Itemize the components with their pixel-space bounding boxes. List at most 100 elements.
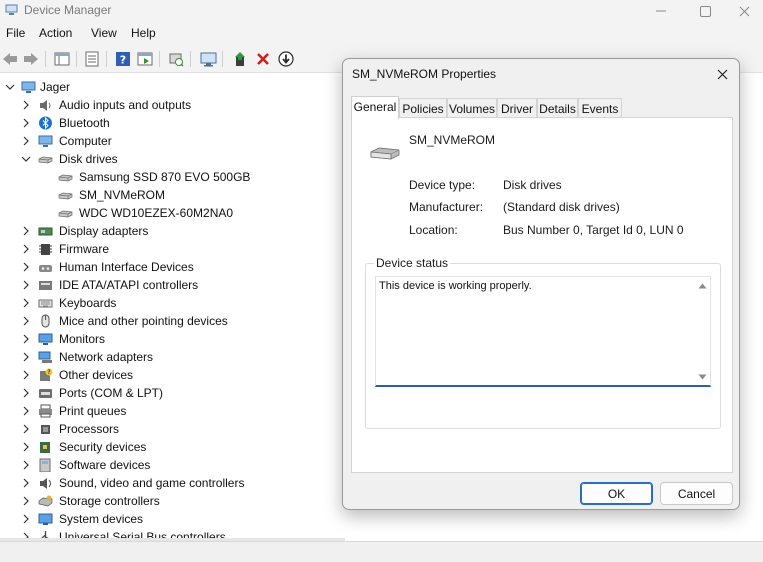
tree-item-label: Samsung SSD 870 EVO 500GB	[79, 170, 251, 184]
tree-category-print-queues[interactable]: Print queues	[0, 402, 340, 420]
help-icon[interactable]: ?	[113, 49, 133, 69]
chevron-right-icon[interactable]	[21, 441, 31, 453]
scroll-down-icon[interactable]	[697, 372, 707, 382]
tree-category-processors[interactable]: Processors	[0, 420, 340, 438]
chevron-right-icon[interactable]	[21, 333, 31, 345]
chevron-right-icon[interactable]	[21, 135, 31, 147]
update-driver-icon[interactable]	[230, 49, 250, 69]
tree-category-network-adapters[interactable]: Network adapters	[0, 348, 340, 366]
tree-category-mice-and-other-pointing-devices[interactable]: Mice and other pointing devices	[0, 312, 340, 330]
tree-category-storage-controllers[interactable]: Storage controllers	[0, 492, 340, 510]
scan-hardware-icon[interactable]	[166, 49, 186, 69]
chevron-right-icon[interactable]	[21, 117, 31, 129]
chevron-right-icon[interactable]	[21, 279, 31, 291]
chevron-right-icon[interactable]	[21, 315, 31, 327]
tree-category-disk-drives[interactable]: Disk drives	[0, 150, 340, 168]
scroll-up-icon[interactable]	[697, 281, 707, 291]
uninstall-icon[interactable]	[253, 49, 273, 69]
monitor-icon[interactable]	[198, 49, 218, 69]
chevron-right-icon[interactable]	[21, 405, 31, 417]
window-title: Device Manager	[24, 3, 112, 17]
menu-view[interactable]: View	[91, 26, 117, 40]
chevron-right-icon[interactable]	[21, 513, 31, 525]
menu-action[interactable]: Action	[39, 26, 72, 40]
ok-button[interactable]: OK	[580, 482, 653, 505]
chevron-right-icon[interactable]	[21, 351, 31, 363]
chevron-right-icon[interactable]	[21, 477, 31, 489]
tab-details[interactable]: Details	[537, 98, 578, 118]
status-bar	[0, 541, 763, 562]
tree-item-label: Network adapters	[59, 350, 154, 364]
tree-category-display-adapters[interactable]: Display adapters	[0, 222, 340, 240]
tree-category-firmware[interactable]: Firmware	[0, 240, 340, 258]
tree-category-ide-ata-atapi-controllers[interactable]: IDE ATA/ATAPI controllers	[0, 276, 340, 294]
driver-details-icon[interactable]	[82, 49, 102, 69]
chevron-right-icon[interactable]	[21, 531, 31, 538]
tab-events[interactable]: Events	[578, 98, 622, 118]
keyboard-icon	[38, 299, 53, 308]
tree-item-label: SM_NVMeROM	[79, 188, 166, 202]
close-icon[interactable]	[726, 0, 763, 22]
chevron-down-icon[interactable]	[21, 153, 31, 165]
minimize-icon[interactable]	[638, 0, 684, 22]
maximize-icon[interactable]	[682, 0, 728, 22]
chevron-right-icon[interactable]	[21, 387, 31, 399]
device-manager-icon	[5, 4, 18, 15]
toolbar-separator	[106, 51, 107, 67]
back-icon[interactable]	[0, 49, 20, 69]
tree-category-bluetooth[interactable]: Bluetooth	[0, 114, 340, 132]
tree-category-universal-serial-bus-controllers[interactable]: Universal Serial Bus controllers	[0, 528, 340, 538]
tree-device-wdc-wd10ezex-60m2na0[interactable]: WDC WD10EZEX-60M2NA0	[0, 204, 340, 222]
tree-category-keyboards[interactable]: Keyboards	[0, 294, 340, 312]
tree-category-computer[interactable]: Computer	[0, 132, 340, 150]
tree-category-ports-com-lpt[interactable]: Ports (COM & LPT)	[0, 384, 340, 402]
tab-policies[interactable]: Policies	[399, 98, 447, 118]
tree-category-security-devices[interactable]: Security devices	[0, 438, 340, 456]
chevron-right-icon[interactable]	[21, 369, 31, 381]
location-label: Location:	[409, 223, 458, 237]
menu-help[interactable]: Help	[131, 26, 156, 40]
chevron-right-icon[interactable]	[21, 495, 31, 507]
hid-icon	[39, 265, 52, 272]
tab-driver[interactable]: Driver	[497, 98, 537, 118]
tree-root-jager[interactable]: Jager	[0, 78, 340, 96]
tree-device-samsung-ssd-870-evo-500gb[interactable]: Samsung SSD 870 EVO 500GB	[0, 168, 340, 186]
menu-file[interactable]: File	[6, 26, 25, 40]
device-status-text: This device is working properly.	[379, 280, 532, 292]
tree-category-other-devices[interactable]: ? Other devices	[0, 366, 340, 384]
tree-category-audio-inputs-and-outputs[interactable]: Audio inputs and outputs	[0, 96, 340, 114]
chevron-right-icon[interactable]	[21, 243, 31, 255]
tree-category-system-devices[interactable]: System devices	[0, 510, 340, 528]
tree-item-label: Disk drives	[59, 152, 118, 166]
device-status-textbox[interactable]: This device is working properly.	[375, 276, 711, 387]
chevron-right-icon[interactable]	[21, 261, 31, 273]
chevron-right-icon[interactable]	[21, 225, 31, 237]
forward-icon[interactable]	[21, 49, 41, 69]
disable-device-icon[interactable]	[276, 49, 296, 69]
chevron-right-icon[interactable]	[21, 297, 31, 309]
tree-item-label: Other devices	[59, 368, 134, 382]
chevron-right-icon[interactable]	[21, 459, 31, 471]
tree-category-software-devices[interactable]: Software devices	[0, 456, 340, 474]
dialog-close-icon[interactable]	[711, 64, 733, 84]
ide-controller-icon	[39, 281, 52, 290]
tab-general[interactable]: General	[351, 96, 399, 119]
chevron-down-icon[interactable]	[5, 81, 15, 93]
tree-item-label: Processors	[59, 422, 120, 436]
tree-category-human-interface-devices[interactable]: Human Interface Devices	[0, 258, 340, 276]
tree-item-label: WDC WD10EZEX-60M2NA0	[79, 206, 234, 220]
toolbar-separator	[222, 51, 223, 67]
chevron-right-icon[interactable]	[21, 99, 31, 111]
tree-category-sound-video-and-game-controllers[interactable]: Sound, video and game controllers	[0, 474, 340, 492]
tab-volumes[interactable]: Volumes	[447, 98, 497, 118]
action-pane-icon[interactable]	[135, 49, 155, 69]
cancel-button[interactable]: Cancel	[660, 482, 733, 505]
printer-icon	[39, 404, 52, 418]
chevron-right-icon[interactable]	[21, 423, 31, 435]
manufacturer-label: Manufacturer:	[409, 200, 484, 214]
properties-sheet-icon[interactable]	[52, 49, 72, 69]
tree-category-monitors[interactable]: Monitors	[0, 330, 340, 348]
bluetooth-icon	[39, 116, 52, 130]
tab-strip: General Policies Volumes Driver Details …	[351, 96, 731, 119]
tree-device-sm-nvmerom[interactable]: SM_NVMeROM	[0, 186, 340, 204]
